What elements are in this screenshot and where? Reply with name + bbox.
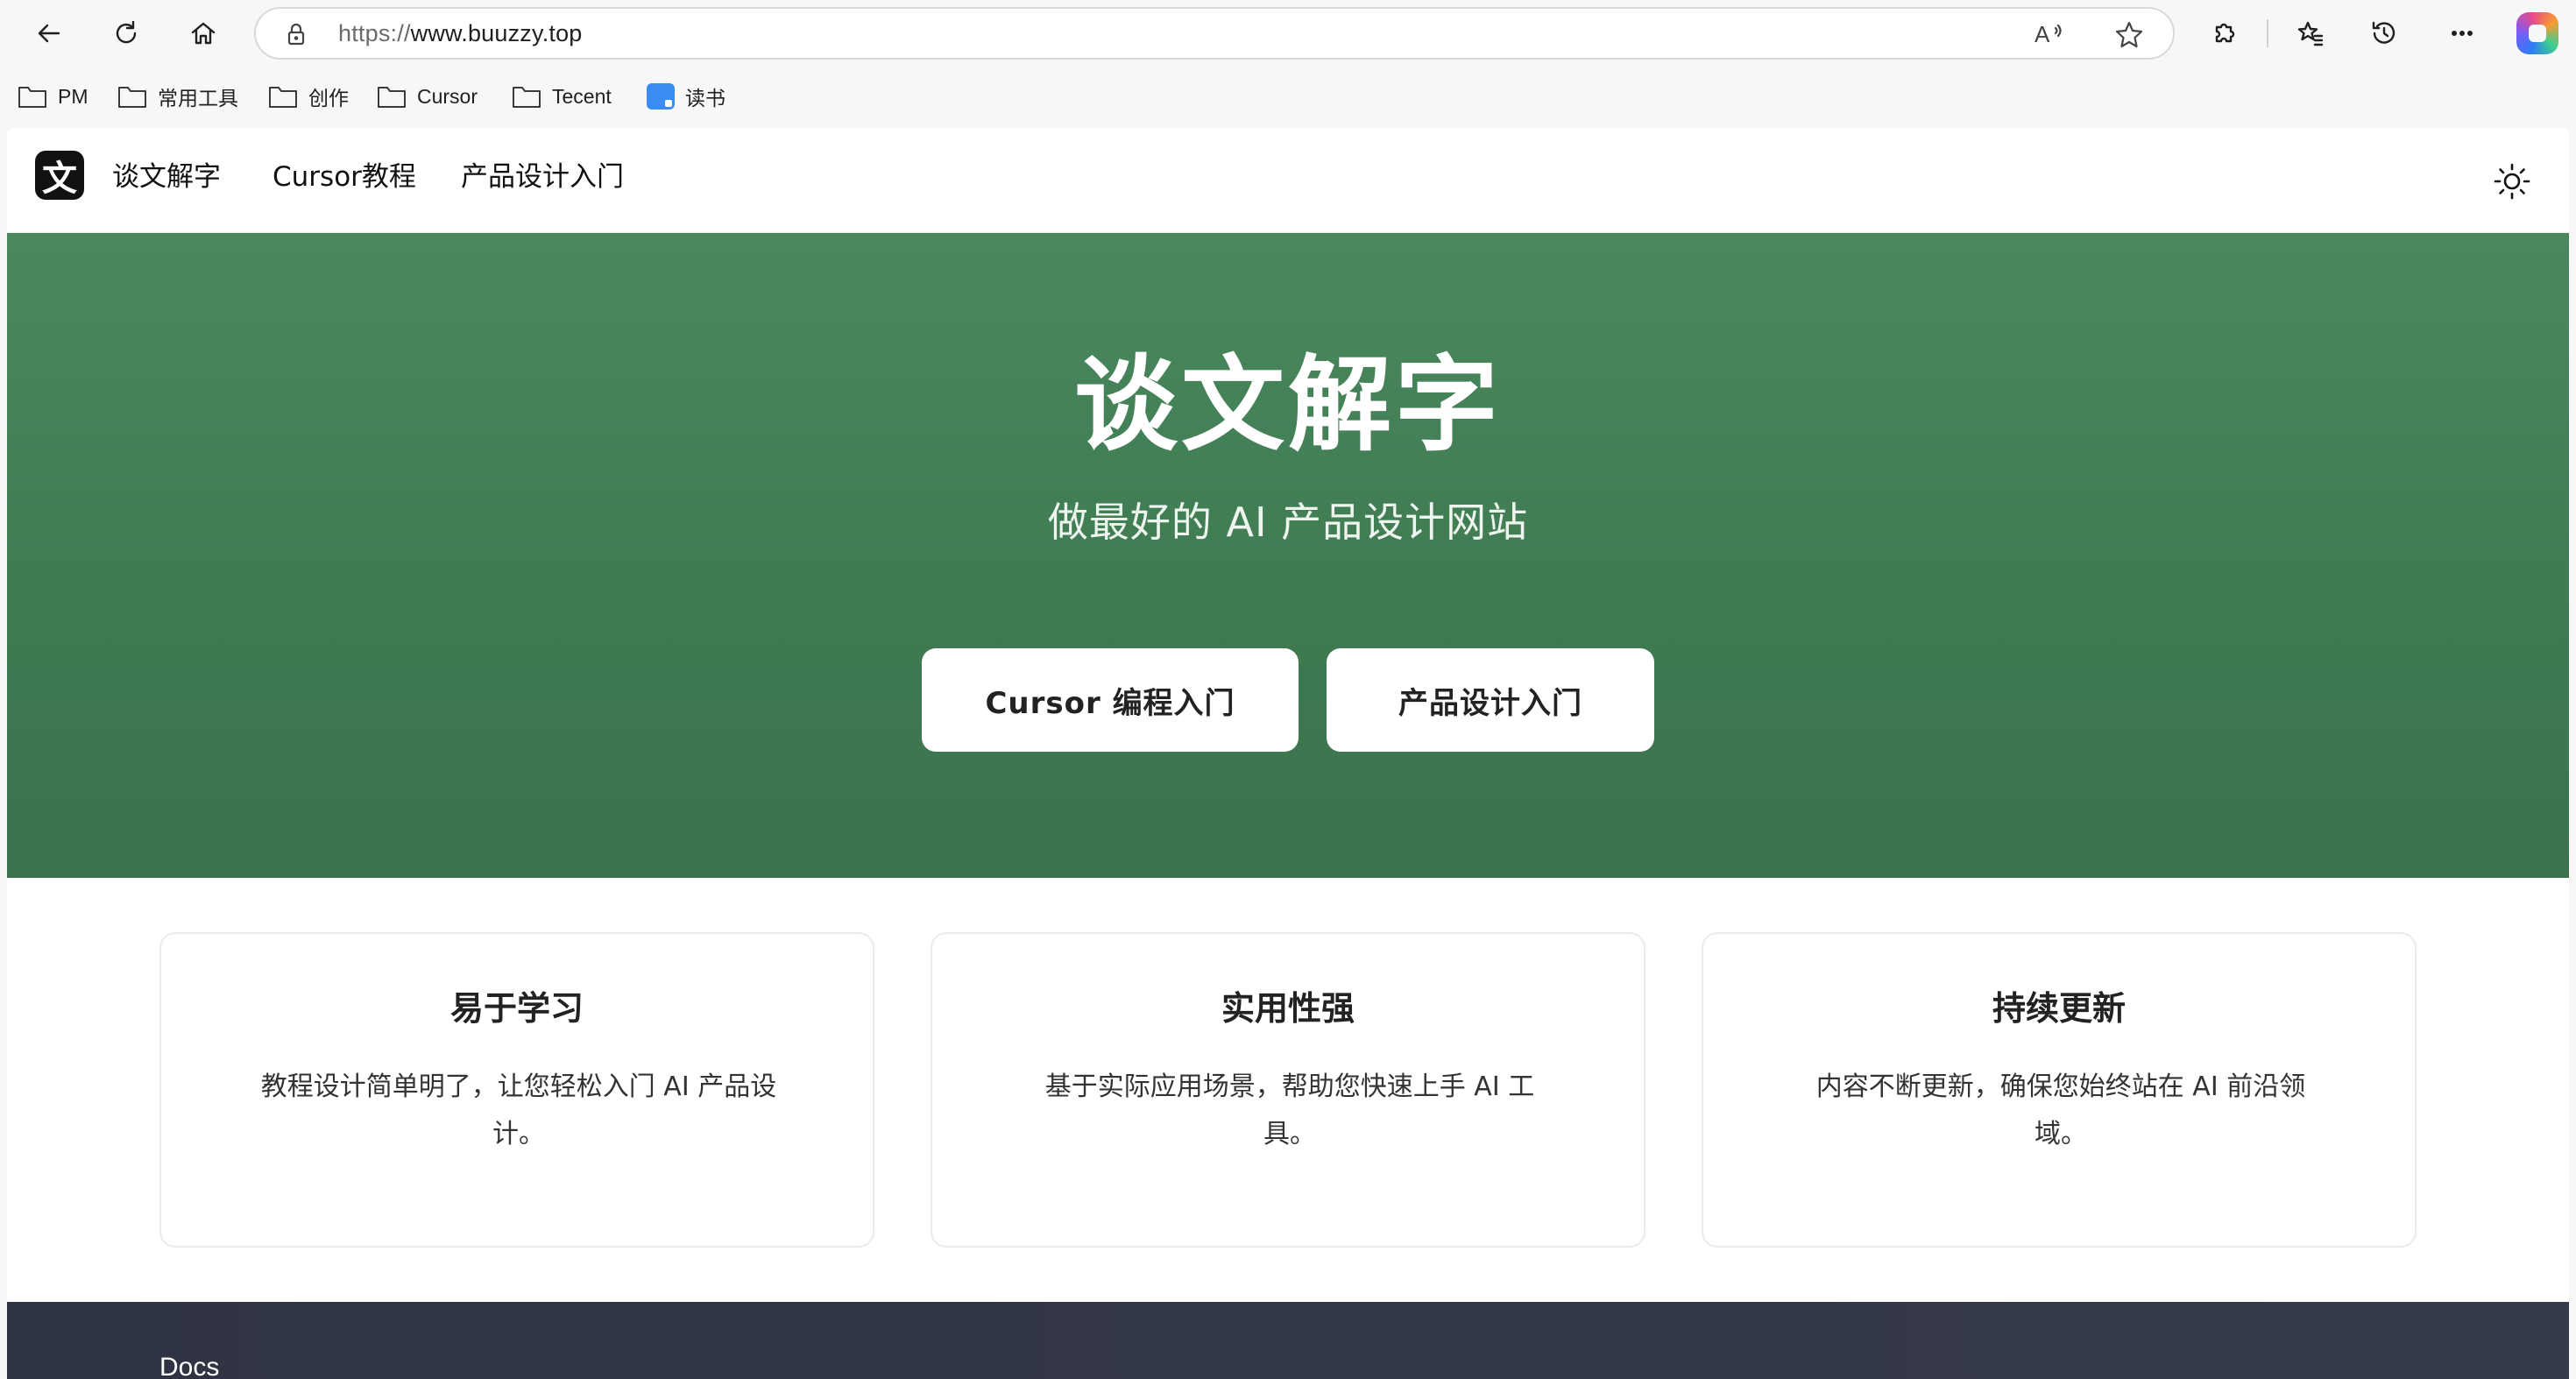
history-icon (2372, 21, 2396, 44)
folder-icon (512, 83, 541, 110)
folder-icon (117, 83, 147, 110)
copilot-icon[interactable] (2516, 12, 2558, 54)
folder-icon (377, 83, 407, 110)
url-text[interactable]: https://www.buuzzy.top (338, 20, 583, 47)
feature-card-title: 易于学习 (449, 989, 584, 1028)
hero-title: 谈文解字 (1073, 344, 1502, 465)
address-bar[interactable]: https://www.buuzzy.top A (254, 7, 2175, 60)
feature-card-easy-learning: 易于学习 教程设计简单明了，让您轻松入门 AI 产品设计。 (159, 932, 874, 1248)
folder-icon (268, 83, 298, 110)
favorites-list-icon (2297, 21, 2324, 46)
footer-docs-heading: Docs (159, 1353, 220, 1379)
cursor-intro-button[interactable]: Cursor 编程入门 (922, 648, 1299, 752)
extensions-button[interactable] (2204, 12, 2246, 54)
browser-chrome: https://www.buuzzy.top A PM 常用工具 创作 Curs… (0, 0, 2576, 128)
toolbar-separator (2267, 19, 2268, 47)
home-button[interactable] (182, 12, 224, 54)
nav-brand[interactable]: 谈文解字 (112, 159, 221, 194)
sun-icon (2494, 163, 2530, 200)
app-icon (647, 83, 675, 110)
bookmark-label: Cursor (417, 84, 478, 108)
home-icon (191, 22, 216, 45)
bookmark-label: Tecent (552, 84, 612, 108)
theme-toggle-button[interactable] (2490, 159, 2534, 203)
favorites-button[interactable] (2289, 12, 2332, 54)
web-page: 文 谈文解字 Cursor教程 产品设计入门 谈文解字 做最好的 AI 产品设计… (7, 128, 2569, 1379)
bookmark-label: 常用工具 (158, 87, 238, 110)
feature-card-practical: 实用性强 基于实际应用场景，帮助您快速上手 AI 工具。 (931, 932, 1645, 1248)
more-menu-button[interactable] (2441, 12, 2483, 54)
bookmark-common-tools[interactable]: 常用工具 (117, 81, 238, 112)
bookmark-tecent[interactable]: Tecent (512, 81, 612, 112)
hero-subtitle: 做最好的 AI 产品设计网站 (1047, 499, 1529, 546)
bookmark-creation[interactable]: 创作 (268, 81, 349, 112)
feature-card-title: 实用性强 (1221, 989, 1355, 1028)
site-logo[interactable]: 文 (35, 151, 84, 200)
favorite-star-icon[interactable] (2113, 19, 2145, 51)
bookmark-label: 读书 (685, 87, 725, 110)
feature-card-title: 持续更新 (1992, 989, 2126, 1028)
more-dots-icon (2451, 30, 2473, 36)
nav-link-cursor-tutorial[interactable]: Cursor教程 (272, 159, 416, 194)
back-button[interactable] (28, 12, 70, 54)
feature-card-continuous-updates: 持续更新 内容不断更新，确保您始终站在 AI 前沿领域。 (1702, 932, 2417, 1248)
site-navbar: 文 谈文解字 Cursor教程 产品设计入门 (7, 128, 2569, 233)
bookmark-pm[interactable]: PM (18, 81, 88, 112)
url-scheme: https:// (338, 20, 411, 46)
url-host: www.buuzzy.top (410, 20, 583, 46)
lock-icon (282, 20, 310, 48)
history-button[interactable] (2363, 12, 2405, 54)
hero-section: 谈文解字 做最好的 AI 产品设计网站 Cursor 编程入门 产品设计入门 (7, 233, 2569, 878)
bookmark-cursor[interactable]: Cursor (377, 81, 478, 112)
puzzle-icon (2215, 23, 2235, 43)
site-footer: Docs (7, 1302, 2569, 1379)
product-design-intro-button[interactable]: 产品设计入门 (1327, 648, 1654, 752)
feature-card-text: 基于实际应用场景，帮助您快速上手 AI 工具。 (1044, 1071, 1535, 1149)
bookmark-reading[interactable]: 读书 (647, 81, 725, 112)
bookmarks-bar: PM 常用工具 创作 Cursor Tecent 读书 (0, 72, 2576, 121)
nav-link-product-design[interactable]: 产品设计入门 (461, 159, 624, 194)
refresh-icon (116, 20, 137, 44)
read-aloud-icon[interactable]: A (2035, 19, 2066, 51)
arrow-left-icon (38, 24, 60, 43)
feature-card-text: 教程设计简单明了，让您轻松入门 AI 产品设计。 (260, 1071, 777, 1149)
bookmark-label: 创作 (308, 87, 349, 110)
features-section: 易于学习 教程设计简单明了，让您轻松入门 AI 产品设计。 实用性强 基于实际应… (7, 878, 2569, 1302)
bookmark-label: PM (58, 84, 88, 108)
reload-button[interactable] (105, 12, 147, 54)
folder-icon (18, 83, 47, 110)
feature-card-text: 内容不断更新，确保您始终站在 AI 前沿领域。 (1815, 1071, 2306, 1149)
browser-toolbar: https://www.buuzzy.top A (0, 0, 2576, 67)
